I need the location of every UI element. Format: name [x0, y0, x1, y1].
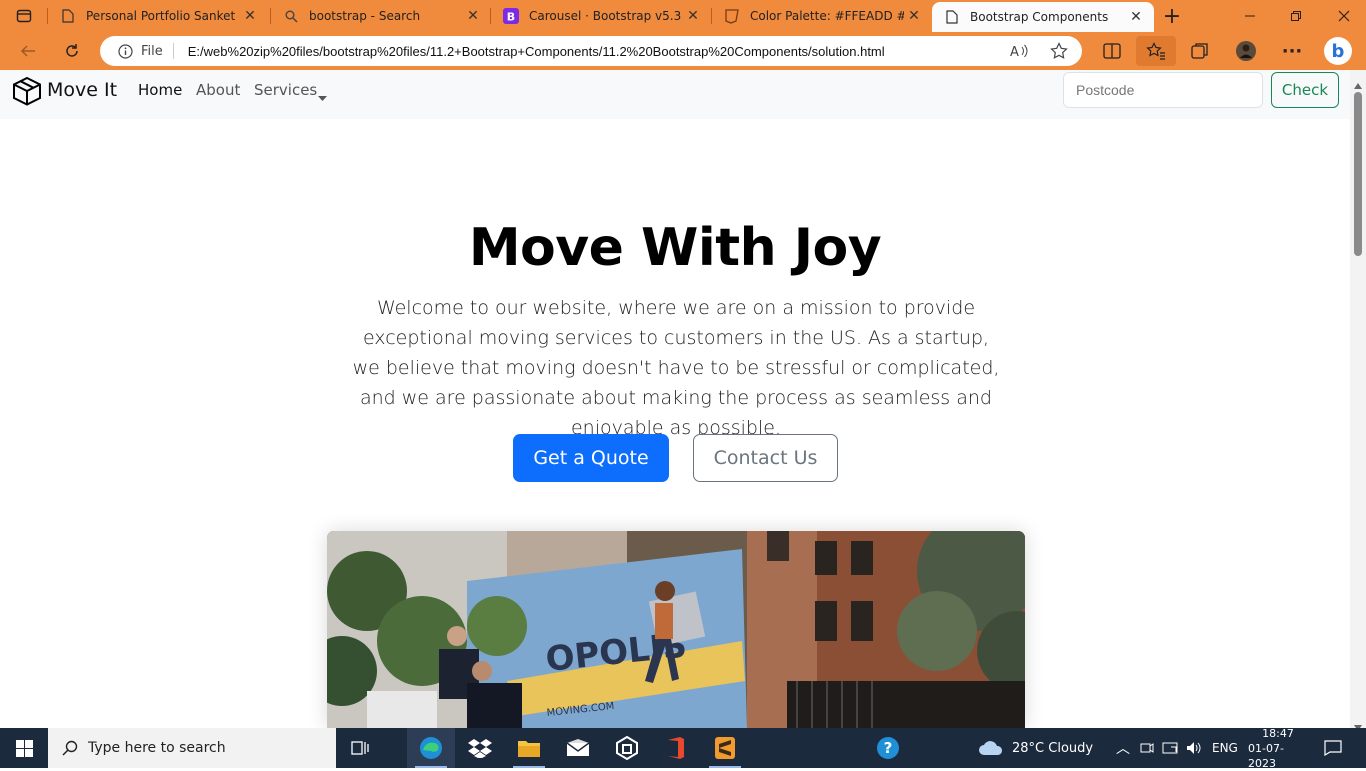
tab-title: Personal Portfolio Sanket [86, 9, 236, 23]
volume-icon[interactable] [1186, 728, 1202, 768]
brand-name[interactable]: Move It [47, 79, 117, 101]
svg-text:?: ? [884, 739, 893, 757]
cloud-icon [978, 740, 1004, 756]
close-tab-icon[interactable]: ✕ [1126, 9, 1146, 25]
clock[interactable]: 18:47 01-07-2023 [1248, 726, 1308, 770]
task-view-icon[interactable] [336, 728, 384, 768]
check-button[interactable]: Check [1271, 72, 1339, 108]
language-indicator[interactable]: ENG [1212, 728, 1238, 768]
split-screen-icon[interactable] [1098, 37, 1126, 65]
hero-title: Move With Joy [468, 218, 882, 278]
file-explorer-icon[interactable] [505, 728, 553, 768]
get-quote-button[interactable]: Get a Quote [513, 434, 669, 482]
tab-carousel-bootstrap[interactable]: B Carousel · Bootstrap v5.3 ✕ [491, 0, 711, 32]
refresh-icon[interactable] [58, 37, 86, 65]
url-text[interactable]: E:/web%20zip%20files/bootstrap%20files/1… [188, 44, 948, 59]
clock-time: 18:47 [1262, 726, 1294, 740]
dropbox-icon[interactable] [456, 728, 504, 768]
file-label: File [141, 43, 163, 59]
clock-date: 01-07-2023 [1248, 741, 1284, 770]
page-icon [60, 8, 76, 24]
svg-text:B: B [507, 11, 515, 24]
collections-icon[interactable] [1186, 37, 1214, 65]
tab-bootstrap-components[interactable]: Bootstrap Components ✕ [932, 2, 1154, 32]
postcode-input[interactable] [1063, 72, 1263, 108]
back-icon[interactable] [14, 37, 42, 65]
taskbar-search-box[interactable]: Type here to search [48, 728, 336, 768]
notifications-icon[interactable] [1324, 728, 1342, 768]
network-icon[interactable] [1162, 728, 1180, 768]
weather-text: 28°C Cloudy [1012, 740, 1094, 756]
search-icon [62, 740, 78, 756]
nav-services[interactable]: Services [254, 81, 317, 99]
page-icon [944, 9, 960, 25]
windows-start-icon[interactable] [0, 728, 48, 768]
weather-widget[interactable]: 28°C Cloudy [978, 728, 1093, 768]
edge-browser-icon[interactable] [407, 728, 455, 768]
hero-moving-truck-image: OPOLIS MOVING.COM [327, 531, 1025, 728]
url-bar[interactable]: File E:/web%20zip%20files/bootstrap%20fi… [100, 36, 1082, 66]
favorite-star-icon[interactable] [1050, 42, 1068, 60]
close-tab-icon[interactable]: ✕ [904, 8, 924, 24]
show-hidden-icons[interactable]: ︿ [1116, 728, 1130, 768]
office-icon[interactable] [652, 728, 700, 768]
app-icon[interactable] [603, 728, 651, 768]
help-icon[interactable]: ? [864, 728, 912, 768]
svg-text:b: b [1332, 41, 1345, 62]
tab-bootstrap-search[interactable]: bootstrap - Search ✕ [271, 0, 491, 32]
page-scrollbar[interactable] [1350, 70, 1366, 731]
tab-personal-portfolio[interactable]: Personal Portfolio Sanket ✕ [48, 0, 268, 32]
new-tab-icon[interactable]: + [1158, 2, 1186, 30]
scrollbar-thumb[interactable] [1354, 92, 1362, 256]
box-logo-icon[interactable] [12, 76, 42, 110]
minimize-icon[interactable] [1236, 2, 1264, 30]
windows-taskbar: Type here to search ? 28°C Cloudy ︿ ENG … [0, 726, 1366, 770]
mail-icon[interactable] [554, 728, 602, 768]
nav-about[interactable]: About [196, 81, 240, 99]
sublime-text-icon[interactable] [701, 728, 749, 768]
tab-title: Color Palette: #FFEADD #FCA [750, 9, 904, 23]
svg-text:A: A [1010, 45, 1019, 58]
taskbar-search-placeholder: Type here to search [88, 740, 226, 756]
profile-avatar[interactable] [1232, 37, 1260, 65]
tab-title: Carousel · Bootstrap v5.3 [529, 9, 682, 23]
restore-icon[interactable] [1282, 2, 1310, 30]
tab-actions-icon[interactable] [10, 2, 38, 30]
palette-icon [724, 8, 740, 24]
search-icon [283, 8, 299, 24]
nav-home[interactable]: Home [138, 81, 182, 99]
tab-title: bootstrap - Search [309, 9, 421, 23]
close-tab-icon[interactable]: ✕ [683, 8, 703, 24]
meet-now-icon[interactable] [1140, 728, 1154, 768]
tab-color-palette[interactable]: Color Palette: #FFEADD #FCA ✕ [712, 0, 932, 32]
tab-title: Bootstrap Components [970, 10, 1109, 24]
info-icon[interactable] [118, 43, 133, 59]
close-tab-icon[interactable]: ✕ [240, 8, 260, 24]
browser-tab-strip: Personal Portfolio Sanket ✕ bootstrap - … [0, 0, 1366, 32]
dropdown-caret-icon[interactable] [318, 87, 327, 106]
close-tab-icon[interactable]: ✕ [463, 8, 483, 24]
favorites-icon[interactable] [1136, 36, 1176, 66]
more-options-icon[interactable]: ··· [1278, 37, 1306, 65]
address-toolbar: File E:/web%20zip%20files/bootstrap%20fi… [0, 32, 1366, 70]
bootstrap-icon: B [503, 8, 519, 24]
site-navbar: Move It Home About Services Check [0, 70, 1350, 119]
close-window-icon[interactable] [1330, 2, 1358, 30]
bing-copilot-icon[interactable]: b [1322, 35, 1354, 67]
read-aloud-icon[interactable]: A [1010, 44, 1028, 58]
scroll-up-arrow-icon[interactable] [1354, 74, 1362, 93]
contact-us-button[interactable]: Contact Us [693, 434, 838, 482]
hero-description: Welcome to our website, where we are on … [352, 297, 1000, 439]
